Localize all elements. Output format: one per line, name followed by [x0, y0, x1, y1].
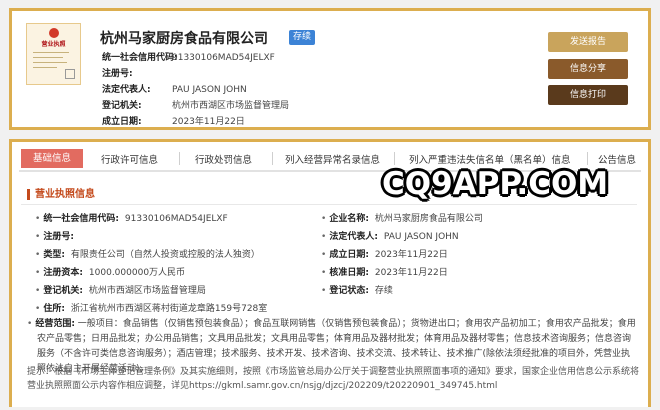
field-address: • 住所: 浙江省杭州市西湖区蒋村街道龙章路159号728室	[35, 304, 268, 314]
section-title: 营业执照信息	[27, 189, 95, 200]
field-legal-rep: • 法定代表人: PAU JASON JOHN	[321, 232, 459, 242]
info-reg-no: 注册号:	[102, 69, 133, 79]
info-registry: 登记机关: 杭州市西湖区市场监督管理局	[102, 101, 290, 111]
print-button[interactable]: 信息打印	[548, 85, 628, 105]
license-detail: • 统一社会信用代码: 91330106MAD54JELXF • 企业名称: 杭州马家厨…	[21, 204, 639, 404]
watermark-text: CQ9APP.COM	[382, 166, 609, 202]
share-button[interactable]: 信息分享	[548, 59, 628, 79]
field-credit-code: • 统一社会信用代码: 91330106MAD54JELXF	[35, 214, 228, 224]
business-license-icon: 营业执照	[26, 23, 81, 85]
tab-abnormal-list[interactable]: 列入经营异常名录信息	[285, 152, 380, 166]
field-capital: • 注册资本: 1000.000000万人民币	[35, 268, 186, 278]
tab-announcements[interactable]: 公告信息	[598, 152, 636, 166]
field-approved: • 核准日期: 2023年11月22日	[321, 268, 448, 278]
send-report-button[interactable]: 发送报告	[548, 32, 628, 52]
info-credit-code: 统一社会信用代码:91330106MAD54JELXF	[102, 53, 275, 63]
field-company-name: • 企业名称: 杭州马家厨房食品有限公司	[321, 214, 483, 224]
field-registry: • 登记机关: 杭州市西湖区市场监督管理局	[35, 286, 206, 296]
detail-panel: 基础信息 行政许可信息 行政处罚信息 列入经营异常名录信息 列入严重违法失信名单…	[9, 139, 651, 407]
tab-admin-license[interactable]: 行政许可信息	[101, 152, 158, 166]
field-reg-status: • 登记状态: 存续	[321, 286, 393, 296]
field-type: • 类型: 有限责任公司（自然人投资或控股的法人独资）	[35, 250, 260, 260]
field-reg-no: • 注册号:	[35, 232, 74, 242]
status-badge: 存续	[289, 30, 316, 45]
info-legal-rep: 法定代表人: PAU JASON JOHN	[102, 85, 247, 95]
info-founded: 成立日期: 2023年11月22日	[102, 117, 245, 127]
tab-blacklist[interactable]: 列入严重违法失信名单（黑名单）信息	[409, 152, 571, 166]
tab-basic-info[interactable]: 基础信息	[21, 149, 83, 168]
field-founded: • 成立日期: 2023年11月22日	[321, 250, 448, 260]
tab-admin-penalty[interactable]: 行政处罚信息	[195, 152, 252, 166]
notice-tip: 提示：根据《市场主体登记管理条例》及其实施细则，按照《市场监管总局办公厅关于调整…	[27, 367, 640, 391]
company-header-card: 营业执照 杭州马家厨房食品有限公司 存续 统一社会信用代码:91330106MA…	[9, 8, 651, 130]
company-name: 杭州马家厨房食品有限公司	[100, 31, 268, 47]
